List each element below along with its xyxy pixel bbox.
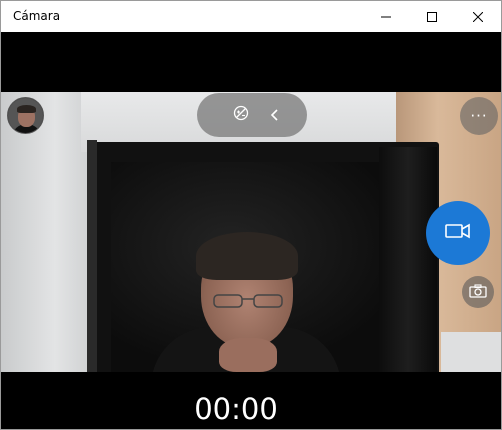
title-bar: Cámara: [1, 1, 501, 32]
window-title: Cámara: [13, 9, 61, 23]
camera-icon: [469, 283, 487, 302]
maximize-icon: [427, 11, 437, 22]
person-hand: [219, 338, 277, 372]
maximize-button[interactable]: [409, 1, 455, 32]
record-video-button[interactable]: [426, 201, 490, 265]
camera-app-window: Cámara ··· 00:00: [0, 0, 502, 430]
camera-settings-toolbar: [197, 93, 307, 137]
more-options-label: ···: [470, 107, 488, 125]
background-curtain: [379, 147, 437, 372]
person-hair: [196, 232, 298, 280]
background-pole: [87, 140, 97, 372]
minimize-button[interactable]: [363, 1, 409, 32]
chevron-left-icon: [270, 106, 280, 125]
more-options-button[interactable]: ···: [460, 97, 498, 135]
last-capture-thumbnail[interactable]: [7, 97, 44, 134]
thumbnail-hair: [17, 105, 36, 113]
background-wall-left: [1, 92, 91, 372]
close-button[interactable]: [455, 1, 501, 32]
minimize-icon: [381, 12, 391, 22]
letterbox-top: [1, 32, 501, 92]
background-wall-corner: [441, 332, 501, 372]
collapse-toolbar-button[interactable]: [253, 93, 297, 137]
close-icon: [473, 11, 483, 22]
recording-timer: 00:00: [194, 392, 278, 426]
person-glasses: [212, 293, 284, 309]
video-camera-icon: [445, 223, 471, 243]
take-photo-button[interactable]: [462, 276, 494, 308]
exposure-off-icon: [233, 105, 249, 125]
